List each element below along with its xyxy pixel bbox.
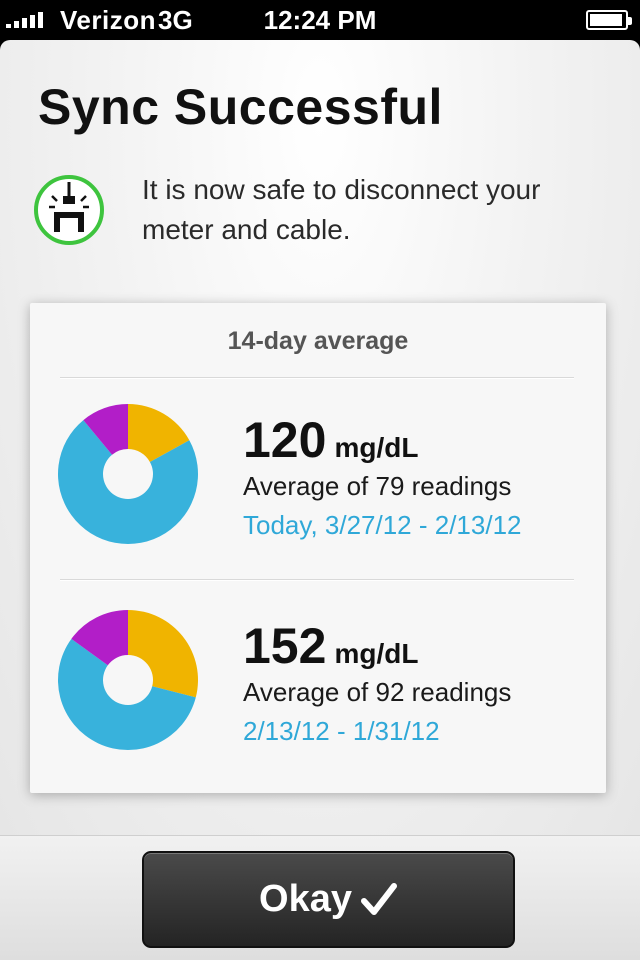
date-range: Today, 3/27/12 - 2/13/12 [243,510,522,540]
page-title: Sync Successful [38,79,443,135]
sync-result-sheet: Sync Successful It is now safe to discon… [0,40,640,835]
readings-count: Average of 79 readings [243,471,512,501]
distribution-donut-chart [58,404,198,544]
battery-level [590,14,623,26]
distribution-donut-chart [57,610,198,750]
average-value: 152 [243,618,327,674]
card-title: 14-day average [227,327,409,355]
okay-button[interactable]: Okay [142,851,515,948]
divider [60,377,574,379]
readings-count: Average of 92 readings [243,677,512,707]
unit-label: mg/dL [334,432,419,463]
checkmark-icon [360,882,397,915]
status-bar: Verizon 3G 12:24 PM [0,0,640,40]
plug-disconnect-icon [34,175,104,245]
bottom-bar: Okay [0,835,640,960]
battery-icon [586,10,632,30]
average-value: 120 [243,412,327,468]
donut-slice-high [128,610,198,698]
date-range: 2/13/12 - 1/31/12 [243,716,440,746]
disconnect-message: It is now safe to disconnect your meter … [142,174,541,245]
divider [60,579,574,581]
reading-details: 152 mg/dL Average of 92 readings 2/13/12 … [243,617,511,747]
unit-label: mg/dL [334,638,419,669]
reading-row: 120 mg/dL Average of 79 readings Today, 3… [30,393,606,573]
okay-button-label: Okay [259,878,352,920]
reading-details: 120 mg/dL Average of 79 readings Today, 3… [243,411,522,541]
clock: 12:24 PM [263,5,377,35]
reading-row: 152 mg/dL Average of 92 readings 2/13/12 … [30,599,606,779]
average-summary-card: 14-day average 120 mg/dL Average of 79 re… [30,303,606,793]
